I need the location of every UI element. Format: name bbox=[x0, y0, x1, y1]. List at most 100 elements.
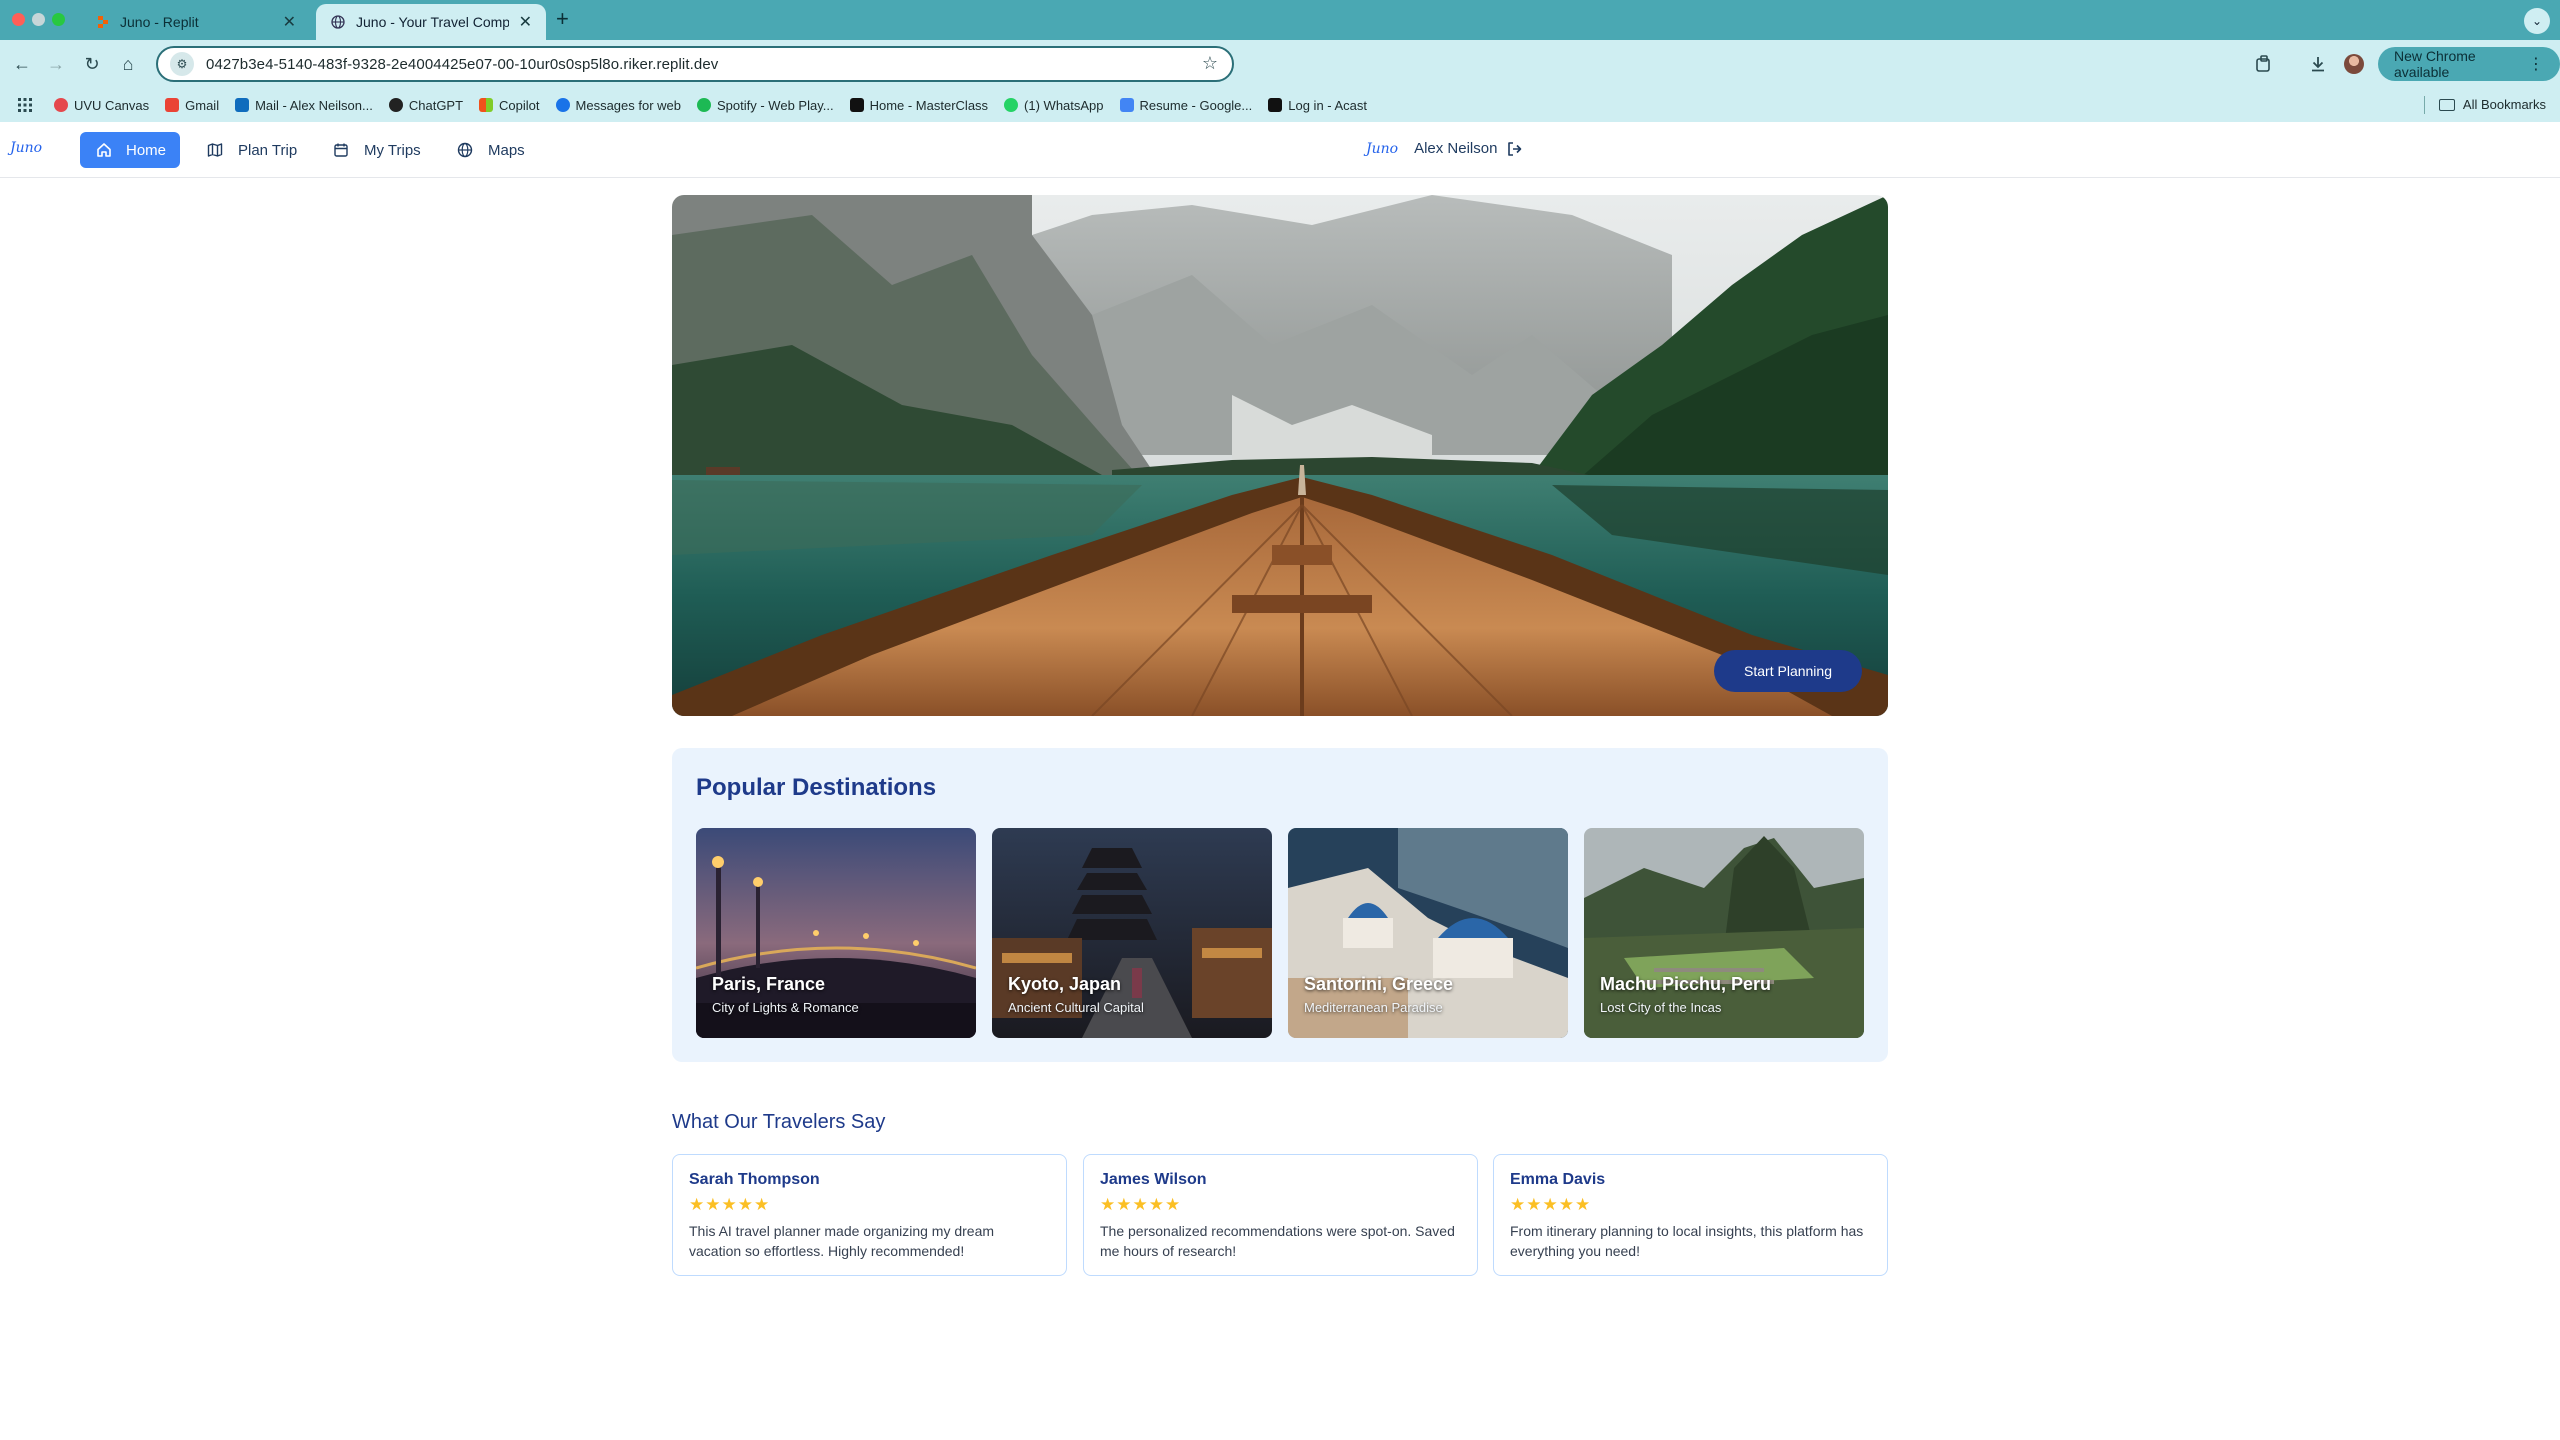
destination-name: Machu Picchu, Peru bbox=[1600, 974, 1772, 994]
all-bookmarks-label: All Bookmarks bbox=[2462, 97, 2546, 112]
juno-logo[interactable]: Juno bbox=[10, 140, 42, 156]
nav-label: Home bbox=[126, 141, 167, 159]
all-bookmarks-button[interactable]: All Bookmarks bbox=[2438, 97, 2546, 112]
destination-card-paris[interactable]: Paris, France City of Lights & Romance bbox=[696, 828, 976, 1038]
hero-lake-boat-image bbox=[672, 195, 1888, 716]
maximize-window-button[interactable] bbox=[52, 13, 65, 26]
bookmark-label: Gmail bbox=[185, 97, 220, 113]
start-planning-button[interactable]: Start Planning bbox=[1714, 650, 1862, 692]
bookmark-spotify[interactable]: Spotify - Web Play... bbox=[697, 98, 834, 113]
bookmarks-bar: UVU Canvas Gmail Mail - Alex Neilson... … bbox=[0, 88, 2560, 122]
site-info-icon[interactable]: ⚙ bbox=[170, 52, 194, 76]
new-chrome-available-button[interactable]: New Chrome available ⋮ bbox=[2378, 47, 2560, 81]
bookmark-resume[interactable]: Resume - Google... bbox=[1119, 97, 1253, 113]
forward-icon[interactable]: → bbox=[44, 52, 68, 76]
bookmark-label: Copilot bbox=[499, 97, 540, 113]
bookmark-whatsapp[interactable]: (1) WhatsApp bbox=[1004, 97, 1104, 113]
close-window-button[interactable] bbox=[12, 13, 25, 26]
tab-juno-replit[interactable]: Juno - Replit ✕ bbox=[80, 4, 310, 40]
destination-card-santorini[interactable]: Santorini, Greece Mediterranean Paradise bbox=[1288, 828, 1568, 1038]
close-tab-icon[interactable]: ✕ bbox=[283, 12, 296, 32]
apps-grid-icon[interactable] bbox=[18, 98, 32, 112]
reviewer-name: Sarah Thompson bbox=[689, 1171, 820, 1188]
globe-icon bbox=[330, 14, 346, 30]
nav-label: My Trips bbox=[364, 141, 421, 159]
bookmark-label: Spotify - Web Play... bbox=[717, 97, 834, 113]
tab-title: Juno - Replit bbox=[120, 14, 199, 30]
nav-plan-trip[interactable]: Plan Trip bbox=[190, 132, 313, 168]
bookmarks-divider bbox=[2424, 96, 2425, 114]
home-icon[interactable]: ⌂ bbox=[116, 52, 140, 76]
user-profile[interactable]: Juno Alex Neilson bbox=[1366, 140, 1497, 157]
messages-icon bbox=[555, 98, 570, 112]
destination-card-machu-picchu[interactable]: Machu Picchu, Peru Lost City of the Inca… bbox=[1584, 828, 1864, 1038]
app-navbar: Juno Home Plan Trip My Trips Maps Juno A… bbox=[0, 122, 2560, 178]
logout-icon[interactable] bbox=[1506, 140, 1526, 160]
minimize-window-button[interactable] bbox=[32, 13, 45, 26]
tab-search-button[interactable]: ⌄ bbox=[2524, 8, 2550, 34]
acast-icon bbox=[1268, 98, 1283, 112]
star-rating: ★★★★★ bbox=[689, 1195, 771, 1214]
reviewer-name: Emma Davis bbox=[1510, 1171, 1606, 1188]
nav-home[interactable]: Home bbox=[80, 132, 180, 168]
bookmark-acast[interactable]: Log in - Acast bbox=[1268, 98, 1367, 113]
bookmark-label: Home - MasterClass bbox=[869, 97, 989, 113]
address-bar[interactable]: ⚙ 0427b3e4-5140-483f-9328-2e4004425e07-0… bbox=[156, 46, 1234, 82]
reviewer-name: James Wilson bbox=[1100, 1171, 1207, 1188]
user-name: Alex Neilson bbox=[1414, 140, 1498, 157]
back-icon[interactable]: ← bbox=[10, 52, 34, 76]
testimonials-title: What Our Travelers Say bbox=[672, 1111, 886, 1133]
download-icon[interactable] bbox=[2306, 52, 2330, 76]
bookmark-label: (1) WhatsApp bbox=[1024, 97, 1104, 113]
bookmark-label: Resume - Google... bbox=[1139, 97, 1253, 113]
bookmark-messages[interactable]: Messages for web bbox=[555, 98, 681, 113]
spotify-icon bbox=[697, 98, 712, 112]
destination-name: Kyoto, Japan bbox=[1008, 974, 1122, 994]
close-tab-icon[interactable]: ✕ bbox=[519, 12, 532, 32]
testimonial-card: Sarah Thompson ★★★★★ This AI travel plan… bbox=[672, 1154, 1067, 1276]
bookmark-masterclass[interactable]: Home - MasterClass bbox=[849, 97, 989, 113]
whatsapp-icon bbox=[1004, 98, 1019, 112]
calendar-icon bbox=[332, 141, 350, 159]
destination-subtitle: Ancient Cultural Capital bbox=[1008, 1000, 1144, 1015]
testimonial-text: This AI travel planner made organizing m… bbox=[689, 1223, 995, 1259]
nav-my-trips[interactable]: My Trips bbox=[316, 132, 437, 168]
folder-icon bbox=[2438, 98, 2455, 111]
bookmark-outlook[interactable]: Mail - Alex Neilson... bbox=[235, 98, 373, 113]
nav-maps[interactable]: Maps bbox=[440, 132, 541, 168]
destination-card-kyoto[interactable]: Kyoto, Japan Ancient Cultural Capital bbox=[992, 828, 1272, 1038]
new-tab-button[interactable]: + bbox=[556, 6, 569, 32]
bookmark-gmail[interactable]: Gmail bbox=[165, 98, 219, 113]
destination-subtitle: Mediterranean Paradise bbox=[1304, 1000, 1443, 1015]
reload-icon[interactable]: ↻ bbox=[80, 52, 104, 76]
profile-avatar[interactable] bbox=[2344, 54, 2364, 74]
chatgpt-icon bbox=[388, 98, 403, 112]
google-docs-icon bbox=[1119, 98, 1134, 112]
testimonial-card: Emma Davis ★★★★★ From itinerary planning… bbox=[1493, 1154, 1888, 1276]
microsoft-icon bbox=[479, 98, 494, 112]
star-rating: ★★★★★ bbox=[1510, 1195, 1592, 1214]
bookmark-copilot[interactable]: Copilot bbox=[479, 97, 540, 113]
browser-tab-strip: Juno - Replit ✕ Juno - Your Travel Compa… bbox=[0, 0, 2560, 40]
outlook-icon bbox=[235, 98, 250, 112]
map-icon bbox=[206, 141, 224, 159]
extensions-icon[interactable] bbox=[2252, 52, 2276, 76]
bookmark-star-icon[interactable]: ☆ bbox=[1202, 53, 1218, 74]
nav-label: Plan Trip bbox=[238, 141, 298, 159]
bookmark-label: ChatGPT bbox=[408, 97, 464, 113]
bookmark-label: Mail - Alex Neilson... bbox=[255, 97, 373, 113]
juno-user-icon: Juno bbox=[1366, 140, 1399, 157]
bookmark-uvu-canvas[interactable]: UVU Canvas bbox=[54, 98, 149, 113]
tab-juno-travel[interactable]: Juno - Your Travel Companio ✕ bbox=[316, 4, 546, 40]
more-menu-icon[interactable]: ⋮ bbox=[2528, 54, 2544, 74]
replit-icon bbox=[94, 14, 110, 30]
destination-subtitle: City of Lights & Romance bbox=[712, 1000, 859, 1015]
globe-icon bbox=[456, 141, 474, 159]
bookmark-chatgpt[interactable]: ChatGPT bbox=[388, 97, 464, 113]
destination-name: Paris, France bbox=[712, 974, 826, 994]
bookmark-label: Log in - Acast bbox=[1288, 97, 1368, 113]
tab-title: Juno - Your Travel Companio bbox=[356, 14, 509, 30]
section-title: Popular Destinations bbox=[696, 774, 937, 801]
new-chrome-label: New Chrome available bbox=[2394, 48, 2476, 80]
home-icon bbox=[96, 141, 112, 159]
